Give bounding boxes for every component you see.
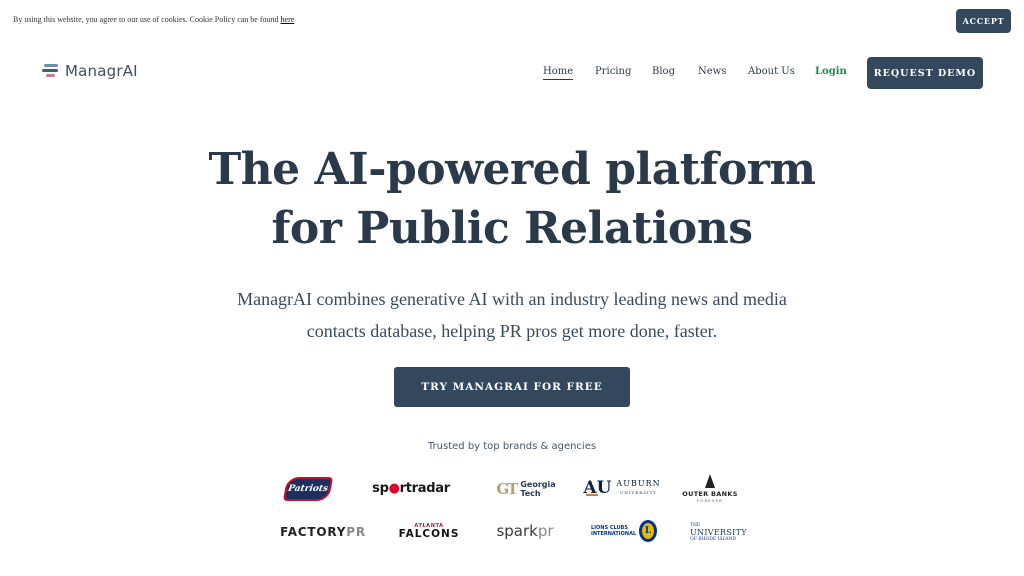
nav-about-us[interactable]: About Us <box>748 66 795 77</box>
cookie-text: By using this website, you agree to our … <box>13 15 294 24</box>
nav-login[interactable]: Login <box>815 66 847 77</box>
georgia-tech-logo: GT Georgia Tech <box>496 480 556 498</box>
hero-subtitle-line-1: ManagrAI combines generative AI with an … <box>237 289 787 309</box>
cookie-policy-link[interactable]: here <box>281 15 295 24</box>
hero-subtitle: ManagrAI combines generative AI with an … <box>220 283 804 347</box>
atlanta-falcons-logo: ATLANTA FALCONS <box>398 522 460 540</box>
lighthouse-icon <box>705 473 715 488</box>
lions-badge-icon: L <box>639 520 657 542</box>
nav-news[interactable]: News <box>698 66 726 77</box>
sportradar-logo: sp ● rtradar <box>372 480 450 496</box>
outer-banks-logo: OUTER BANKS FOREVER <box>682 470 738 506</box>
uri-logo: THE UNIVERSITY OF RHODE ISLAND <box>690 522 747 542</box>
auburn-logo: AU AUBURN UNIVERSITY <box>583 478 661 498</box>
hero-title-line-2: for Public Relations <box>271 203 753 254</box>
hero-title-line-1: The AI-powered platform <box>208 144 816 195</box>
trusted-by-label: Trusted by top brands & agencies <box>427 441 597 452</box>
nav-blog[interactable]: Blog <box>652 66 675 77</box>
hero-subtitle-line-2: contacts database, helping PR pros get m… <box>306 321 718 341</box>
patriots-logo: Patriots <box>282 475 334 503</box>
factory-pr-logo: FACTORY PR <box>280 525 366 539</box>
hero-title: The AI-powered platform for Public Relat… <box>0 140 1024 258</box>
accept-cookies-button[interactable]: ACCEPT <box>956 9 1011 33</box>
request-demo-button[interactable]: REQUEST DEMO <box>867 57 983 89</box>
lions-clubs-logo: LIONS CLUBS INTERNATIONAL L <box>591 518 657 544</box>
nav-home[interactable]: Home <box>543 66 574 80</box>
sparkpr-logo: spark pr <box>496 522 554 540</box>
nav-pricing[interactable]: Pricing <box>595 66 631 77</box>
try-free-button[interactable]: TRY MANAGRAI FOR FREE <box>394 367 630 407</box>
cookie-message: By using this website, you agree to our … <box>13 15 281 24</box>
cookie-banner: By using this website, you agree to our … <box>0 0 1024 42</box>
